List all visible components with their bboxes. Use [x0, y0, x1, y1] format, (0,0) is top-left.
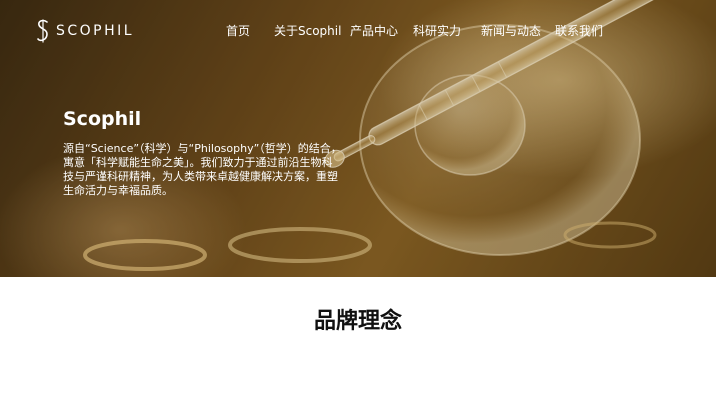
hero-intro: Scophil 源自“Science”（科学）与“Philosophy”（哲学）… — [63, 108, 343, 198]
nav-item-about[interactable]: 关于Scophil — [274, 22, 341, 39]
nav-item-research[interactable]: 科研实力 — [413, 22, 461, 39]
hero-title: Scophil — [63, 108, 142, 130]
nav-item-products[interactable]: 产品中心 — [350, 22, 398, 39]
nav-item-news[interactable]: 新闻与动态 — [481, 22, 541, 39]
hero-banner: SCOPHIL 首页 关于Scophil 产品中心 科研实力 新闻与动态 联系我… — [0, 0, 716, 277]
top-navigation: SCOPHIL 首页 关于Scophil 产品中心 科研实力 新闻与动态 联系我… — [0, 0, 716, 60]
hero-description: 源自“Science”（科学）与“Philosophy”（哲学）的结合，寓意「科… — [63, 142, 342, 197]
section-title-brand-philosophy: 品牌理念 — [313, 309, 402, 334]
nav-item-home[interactable]: 首页 — [226, 22, 250, 39]
main-menu: 首页 关于Scophil 产品中心 科研实力 新闻与动态 联系我们 — [0, 22, 716, 40]
nav-item-contact[interactable]: 联系我们 — [555, 22, 603, 39]
